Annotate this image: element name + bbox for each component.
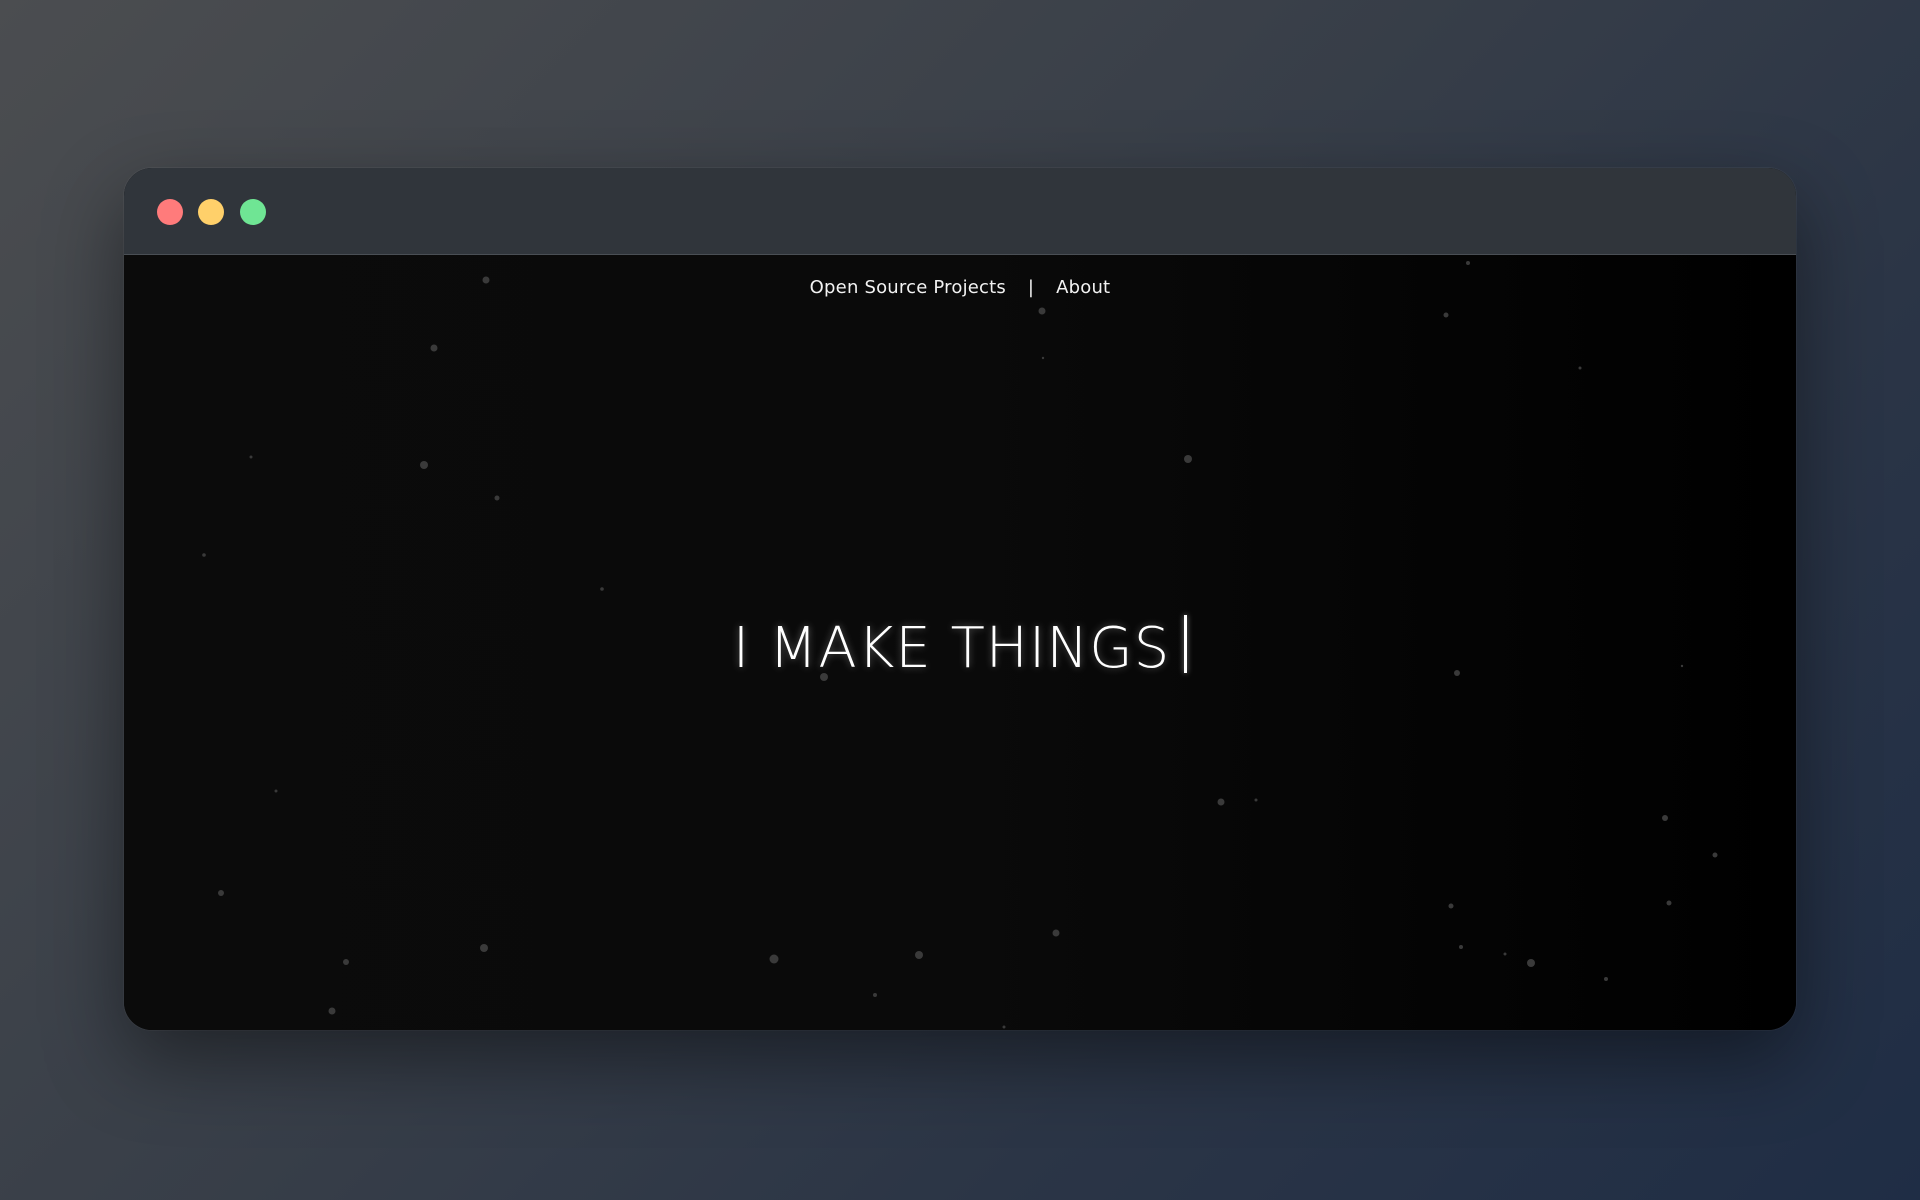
particle	[343, 959, 349, 965]
hero-headline-wrapper: I MAKE THINGS	[733, 615, 1188, 681]
particle	[480, 944, 488, 952]
particle	[274, 789, 278, 793]
particle	[1712, 852, 1718, 858]
nav-link-about[interactable]: About	[1056, 277, 1110, 298]
particle	[915, 951, 923, 959]
particle	[202, 553, 206, 557]
hero-headline: I MAKE THINGS	[732, 616, 1171, 681]
particle	[1466, 261, 1470, 265]
particle	[1662, 815, 1668, 821]
nav-separator: |	[1027, 277, 1035, 298]
hero-section: I MAKE THINGS	[124, 615, 1796, 681]
particle	[1052, 929, 1060, 937]
minimize-window-button[interactable]	[198, 199, 224, 225]
close-window-button[interactable]	[157, 199, 183, 225]
particle	[1184, 455, 1192, 463]
particle	[1041, 356, 1045, 360]
particle	[1443, 312, 1449, 318]
particle	[1666, 900, 1672, 906]
particle	[1038, 307, 1046, 315]
particle	[1459, 945, 1463, 949]
typing-cursor	[1184, 615, 1188, 673]
particle	[769, 954, 779, 964]
particle	[1604, 977, 1608, 981]
top-navigation: Open Source Projects | About	[124, 277, 1796, 298]
particle	[1503, 952, 1507, 956]
particle	[494, 495, 500, 501]
particle	[328, 1007, 336, 1015]
nav-link-open-source-projects[interactable]: Open Source Projects	[810, 277, 1006, 298]
particle	[430, 344, 438, 352]
particle	[1002, 1025, 1006, 1029]
particle	[1578, 366, 1582, 370]
window-titlebar	[124, 168, 1796, 255]
particle	[420, 461, 428, 469]
page-content: Open Source Projects | About I MAKE THIN…	[124, 255, 1796, 1030]
particle	[218, 890, 224, 896]
particle	[873, 993, 877, 997]
maximize-window-button[interactable]	[240, 199, 266, 225]
particle	[600, 587, 604, 591]
particle	[1254, 798, 1258, 802]
particle	[1527, 959, 1535, 967]
particle	[1448, 903, 1454, 909]
browser-window: Open Source Projects | About I MAKE THIN…	[124, 168, 1796, 1030]
particle	[249, 455, 253, 459]
particle	[1217, 798, 1225, 806]
